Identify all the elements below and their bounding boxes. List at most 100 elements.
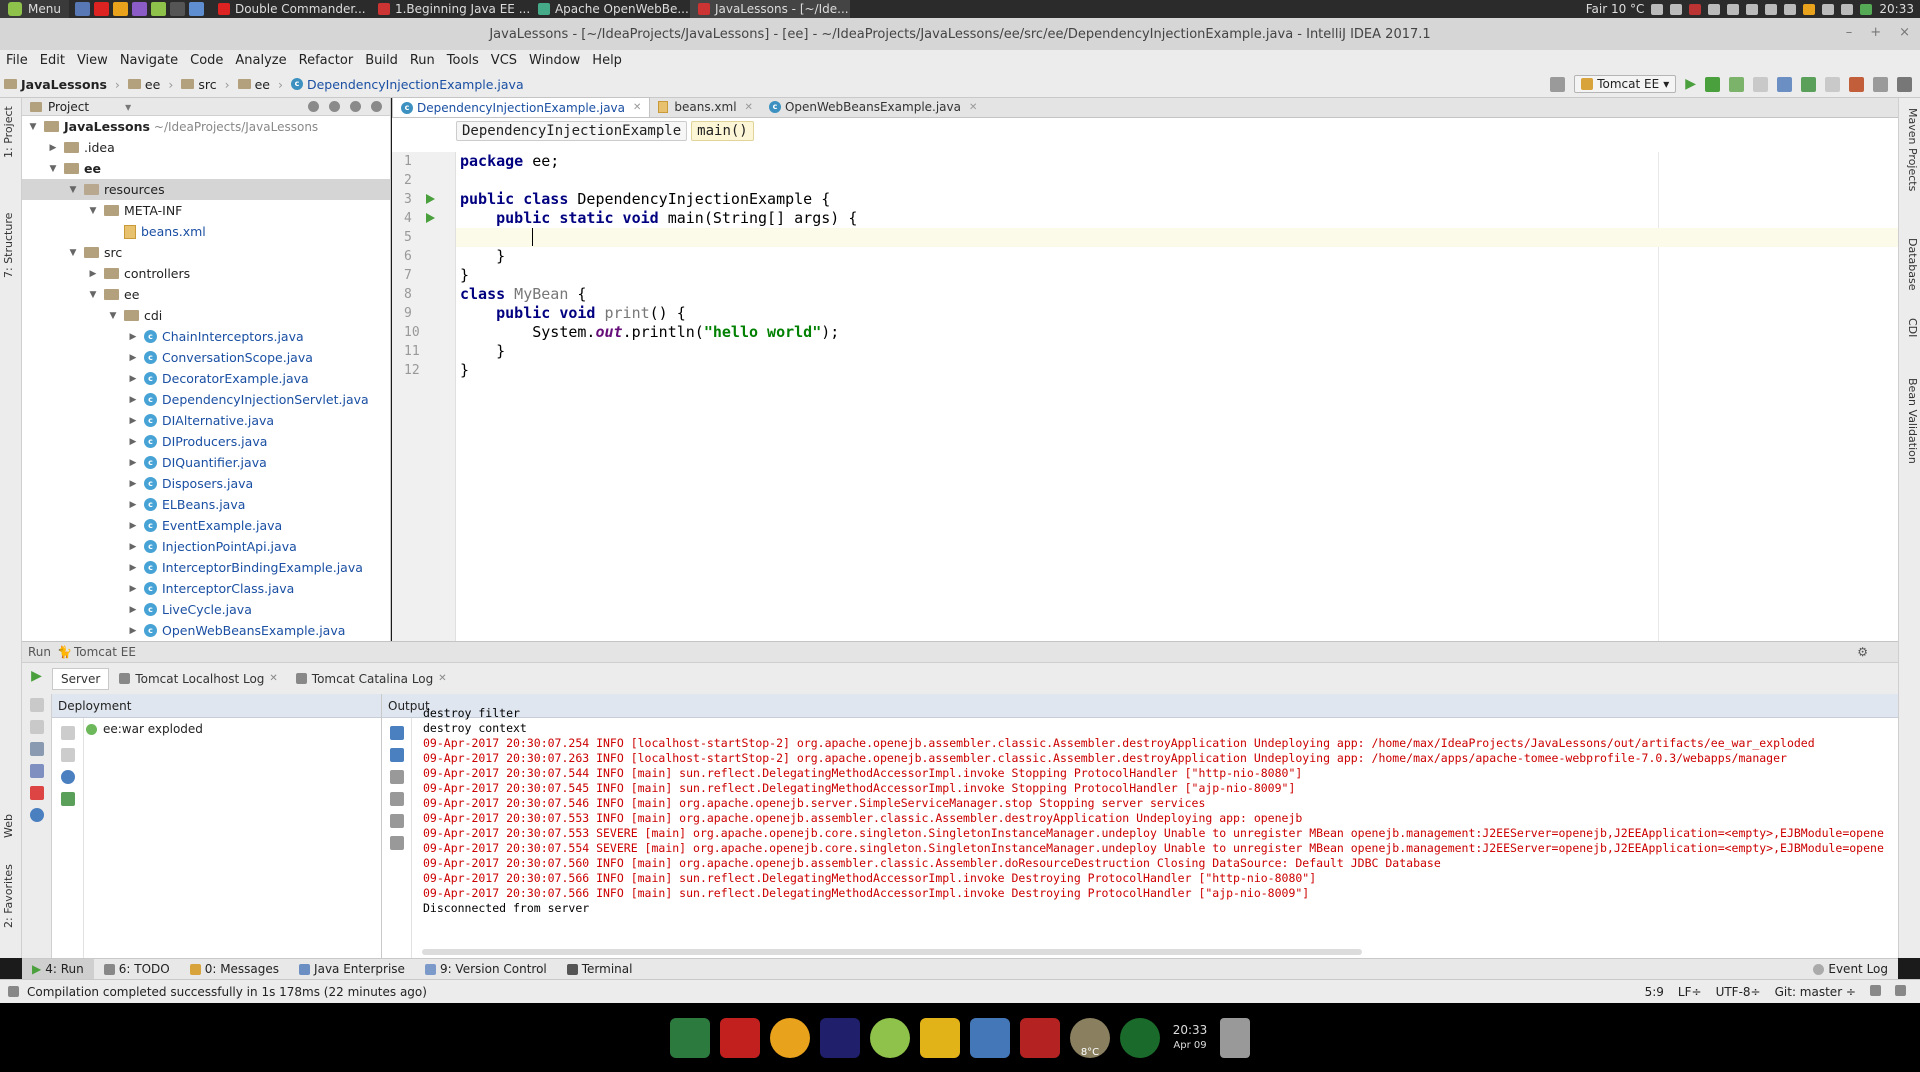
menu-vcs[interactable]: VCS — [485, 53, 523, 68]
nav-crumb-package[interactable]: ee › — [234, 77, 287, 92]
scroll-from-source-icon[interactable] — [308, 101, 319, 112]
wifi-icon[interactable] — [1708, 3, 1721, 15]
tool-tab-maven[interactable]: Maven Projects — [1906, 108, 1919, 191]
tree-item[interactable]: ▼ src — [22, 242, 390, 263]
battery-icon[interactable] — [1746, 3, 1759, 15]
files-icon[interactable] — [188, 2, 204, 16]
line-number[interactable]: 2 — [392, 171, 455, 190]
tab-server[interactable]: Server — [52, 667, 110, 690]
tool-tab-favorites[interactable]: 2: Favorites — [2, 864, 15, 928]
refresh-icon[interactable] — [60, 770, 75, 784]
lock-icon[interactable] — [1870, 984, 1881, 996]
tool-tab-messages[interactable]: 0: Messages — [180, 959, 289, 980]
horizontal-scrollbar[interactable] — [422, 949, 1362, 955]
git-branch[interactable]: Git: master ÷ — [1775, 985, 1856, 999]
tool-tab-todo[interactable]: 6: TODO — [94, 959, 180, 980]
menu-run[interactable]: Run — [404, 53, 441, 68]
caret-position[interactable]: 5:9 — [1645, 985, 1664, 999]
tree-item[interactable]: ▶ c DIAlternative.java — [22, 410, 390, 431]
nav-crumb-project[interactable]: JavaLessons › — [0, 77, 124, 92]
taskbar-item[interactable]: Apache OpenWebBe... — [530, 0, 690, 18]
chevron-down-icon[interactable]: ▼ — [108, 311, 118, 321]
vcs-commit-icon[interactable] — [1801, 76, 1816, 92]
tab-catalina-log[interactable]: Tomcat Catalina Log ✕ — [288, 669, 455, 689]
line-number[interactable]: 4 — [392, 209, 455, 228]
gear-icon[interactable]: ⚙ — [1857, 645, 1868, 659]
status-toggle-icon[interactable] — [8, 986, 19, 997]
run-gutter-icon[interactable] — [426, 194, 435, 204]
chevron-right-icon[interactable]: ▶ — [128, 437, 138, 447]
bluetooth-icon[interactable] — [1841, 3, 1854, 15]
tool-tab-cdi[interactable]: CDI — [1906, 318, 1919, 337]
tool-tab-terminal[interactable]: Terminal — [557, 959, 643, 980]
line-separator[interactable]: LF÷ — [1678, 985, 1702, 999]
double-commander-icon[interactable] — [93, 2, 109, 16]
pin-icon[interactable] — [29, 764, 44, 778]
chevron-down-icon[interactable]: ▼ — [68, 248, 78, 258]
tab-localhost-log[interactable]: Tomcat Localhost Log ✕ — [111, 669, 285, 689]
chevron-right-icon[interactable]: ▶ — [128, 458, 138, 468]
hide-panel-icon[interactable] — [371, 101, 382, 112]
artifact-icon[interactable] — [60, 792, 75, 806]
line-number[interactable]: 12 — [392, 361, 455, 380]
revert-icon[interactable] — [1849, 76, 1864, 92]
line-number[interactable]: 7 — [392, 266, 455, 285]
chevron-right-icon[interactable]: ▶ — [128, 395, 138, 405]
shield-icon[interactable] — [1822, 3, 1835, 15]
menu-file[interactable]: File — [0, 53, 34, 68]
tool-tab-java-enterprise[interactable]: Java Enterprise — [289, 959, 415, 980]
menu-help[interactable]: Help — [586, 53, 628, 68]
chevron-right-icon[interactable]: ▶ — [48, 143, 58, 153]
collapse-all-icon[interactable] — [329, 101, 340, 112]
tool-tab-run[interactable]: ▶ 4: Run — [22, 958, 94, 980]
tree-item[interactable]: ▶ c EventExample.java — [22, 515, 390, 536]
close-icon[interactable]: ✕ — [438, 673, 446, 684]
network-icon[interactable] — [1765, 3, 1778, 15]
tree-item[interactable]: ▶ c Disposers.java — [22, 473, 390, 494]
flag-icon[interactable] — [1689, 3, 1702, 15]
nvidia-icon[interactable] — [1860, 3, 1873, 15]
tool-tab-structure[interactable]: 7: Structure — [2, 213, 15, 278]
pdf-reader-icon[interactable] — [1020, 1017, 1060, 1058]
close-icon[interactable]: ✕ — [269, 673, 277, 684]
build-icon[interactable] — [1550, 76, 1566, 92]
tree-item[interactable]: ▶ .idea — [22, 137, 390, 158]
menu-window[interactable]: Window — [523, 53, 586, 68]
tree-item[interactable]: ▶ c InterceptorClass.java — [22, 578, 390, 599]
menu-analyze[interactable]: Analyze — [229, 53, 292, 68]
undeploy-icon[interactable] — [60, 748, 75, 762]
weather-icon[interactable]: 8°C — [1070, 1017, 1110, 1058]
project-view-select[interactable]: Project — [48, 100, 89, 114]
tree-item[interactable]: ▼ META-INF — [22, 200, 390, 221]
project-structure-icon[interactable] — [1873, 76, 1888, 92]
tree-item[interactable]: ▶ c DependencyInjectionServlet.java — [22, 389, 390, 410]
tool-tab-version-control[interactable]: 9: Version Control — [415, 959, 557, 980]
taskbar-item[interactable]: Double Commander... — [210, 0, 370, 18]
line-number[interactable]: 8 — [392, 285, 455, 304]
dock-clock[interactable]: 20:33 Apr 09 — [1170, 1023, 1210, 1053]
chevron-right-icon[interactable]: ▶ — [128, 332, 138, 342]
line-number[interactable]: 9 — [392, 304, 455, 323]
chevron-right-icon[interactable]: ▶ — [128, 626, 138, 636]
menu-navigate[interactable]: Navigate — [114, 53, 184, 68]
tree-item[interactable]: ▶ controllers — [22, 263, 390, 284]
gear-icon[interactable] — [350, 101, 361, 112]
menu-tools[interactable]: Tools — [441, 53, 485, 68]
breadcrumb-method[interactable]: main() — [691, 121, 754, 141]
chevron-right-icon[interactable]: ▶ — [128, 479, 138, 489]
search-icon[interactable] — [1897, 76, 1912, 92]
media-player-icon[interactable] — [970, 1017, 1010, 1058]
stop-icon[interactable] — [1753, 76, 1768, 92]
chevron-right-icon[interactable]: ▶ — [128, 542, 138, 552]
chevron-down-icon[interactable]: ▼ — [48, 164, 58, 174]
double-commander-icon[interactable] — [720, 1017, 760, 1058]
file-manager-icon[interactable] — [920, 1017, 960, 1058]
app-icon[interactable] — [150, 2, 166, 16]
line-number[interactable]: 10 — [392, 323, 455, 342]
close-icon[interactable]: ✕ — [745, 102, 753, 113]
tree-item[interactable]: ▼ resources — [22, 179, 390, 200]
menu-view[interactable]: View — [71, 53, 114, 68]
user-icon[interactable] — [1651, 3, 1664, 15]
intellij-icon[interactable] — [131, 2, 147, 16]
chevron-right-icon[interactable]: ▶ — [128, 563, 138, 573]
